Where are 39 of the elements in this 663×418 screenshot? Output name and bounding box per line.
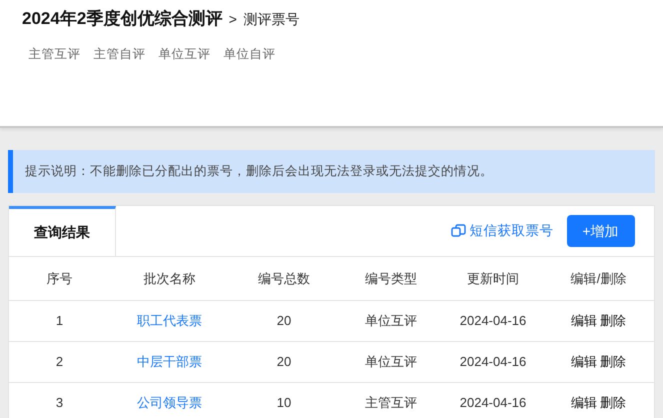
table-cell-text: 3 — [54, 394, 64, 412]
column-header: 编号类型 — [364, 270, 418, 288]
nav-link[interactable]: 单位自评 — [224, 44, 276, 64]
nav-link[interactable]: 主管互评 — [28, 44, 80, 64]
batch-name-link[interactable]: 中层干部票 — [137, 354, 202, 370]
column-header: 更新时间 — [466, 270, 520, 288]
table-cell-text: 20 — [276, 353, 292, 372]
column-header: 序号 — [46, 270, 74, 288]
table-cell-text: 2024-04-16 — [458, 353, 528, 372]
breadcrumb-separator: > — [228, 10, 237, 29]
edit-link[interactable]: 编辑 — [570, 352, 597, 372]
page-subtitle: 测评票号 — [243, 10, 300, 29]
nav-link[interactable]: 单位互评 — [158, 44, 210, 64]
table-cell-text: 单位互评 — [364, 312, 418, 330]
table-cell-text: 2 — [54, 353, 64, 372]
results-tab[interactable]: 查询结果 — [9, 206, 116, 256]
delete-link[interactable]: 删除 — [600, 352, 626, 372]
table-cell-text: 主管互评 — [364, 394, 418, 412]
table-cell-text: 20 — [276, 312, 292, 330]
add-button[interactable]: +增加 — [566, 215, 634, 247]
table-cell-text: 1 — [54, 312, 64, 330]
edit-link[interactable]: 编辑 — [570, 393, 597, 413]
edit-link[interactable]: 编辑 — [570, 311, 597, 331]
batch-name-link[interactable]: 职工代表票 — [137, 313, 202, 328]
page-title: 2024年2季度创优综合测评 — [22, 8, 222, 30]
table-cell-text: 10 — [276, 394, 292, 412]
column-header: 编号总数 — [257, 270, 311, 288]
batch-name-link[interactable]: 公司领导票 — [137, 395, 202, 410]
delete-link[interactable]: 删除 — [600, 311, 626, 331]
column-header: 编辑/删除 — [570, 270, 628, 288]
table-cell-text: 单位互评 — [364, 353, 418, 372]
copy-icon — [451, 224, 466, 238]
delete-link[interactable]: 删除 — [600, 393, 626, 413]
table-cell-text: 2024-04-16 — [458, 312, 528, 330]
sms-ticket-link[interactable]: 短信获取票号 — [451, 220, 554, 242]
table-cell-text: 2024-04-16 — [458, 394, 528, 412]
nav-link[interactable]: 主管自评 — [94, 44, 146, 64]
notice-banner: 提示说明：不能删除已分配出的票号，删除后会出现无法登录或无法提交的情况。 — [8, 150, 655, 193]
column-header: 批次名称 — [142, 270, 196, 288]
